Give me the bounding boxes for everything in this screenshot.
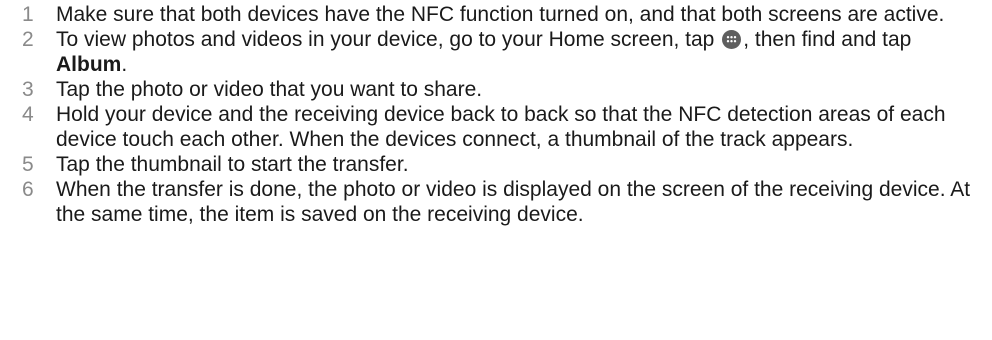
step-number: 3 — [22, 78, 34, 101]
step-number: 5 — [22, 153, 34, 176]
step-2: 2 To view photos and videos in your devi… — [0, 27, 992, 77]
step-text: Tap the thumbnail to start the transfer. — [56, 153, 409, 176]
album-app-name: Album — [56, 53, 122, 76]
step-text: Make sure that both devices have the NFC… — [56, 3, 945, 26]
step-number: 6 — [22, 178, 34, 201]
step-1: 1 Make sure that both devices have the N… — [0, 2, 992, 27]
step-number: 1 — [22, 3, 34, 26]
step-number: 2 — [22, 28, 34, 51]
apps-icon — [722, 30, 742, 49]
step-text: Hold your device and the receiving devic… — [56, 103, 946, 151]
step-text: Tap the photo or video that you want to … — [56, 78, 483, 101]
step-text-after: . — [121, 53, 128, 76]
step-text: When the transfer is done, the photo or … — [56, 178, 971, 226]
step-number: 4 — [22, 103, 34, 126]
step-4: 4 Hold your device and the receiving dev… — [0, 102, 992, 152]
step-5: 5 Tap the thumbnail to start the transfe… — [0, 152, 992, 177]
step-text-before: To view photos and videos in your device… — [56, 28, 715, 51]
step-text-middle: , then find and tap — [743, 28, 912, 51]
step-3: 3 Tap the photo or video that you want t… — [0, 77, 992, 102]
step-6: 6 When the transfer is done, the photo o… — [0, 177, 992, 227]
instruction-steps: 1 Make sure that both devices have the N… — [0, 2, 992, 227]
